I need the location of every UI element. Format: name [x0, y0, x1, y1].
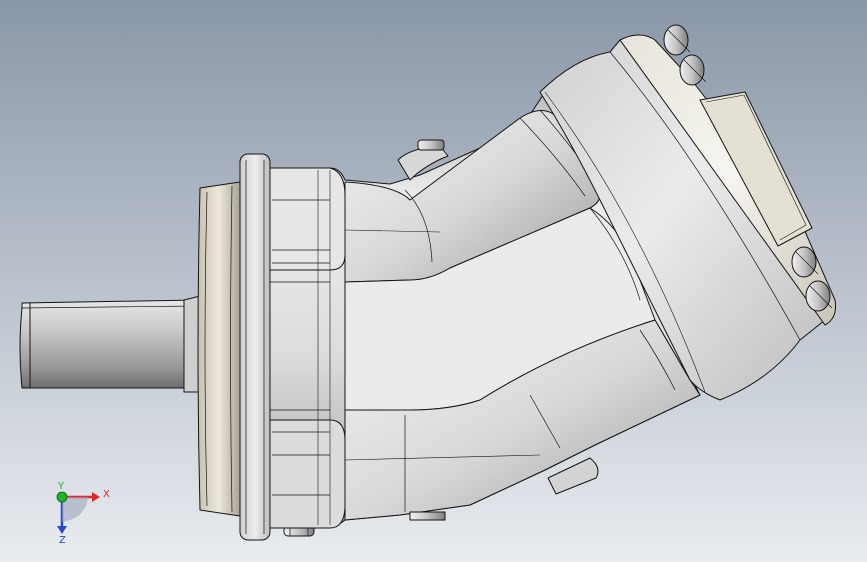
drive-shaft[interactable]: [19, 295, 201, 393]
cad-viewport[interactable]: X Y Z: [0, 0, 867, 562]
y-axis-label: Y: [57, 481, 65, 492]
y-axis-dot: [56, 491, 68, 503]
mounting-flange[interactable]: [197, 153, 271, 541]
x-axis-label: X: [103, 489, 110, 500]
model-canvas[interactable]: X Y Z: [0, 0, 867, 562]
z-axis-label: Z: [59, 535, 66, 546]
